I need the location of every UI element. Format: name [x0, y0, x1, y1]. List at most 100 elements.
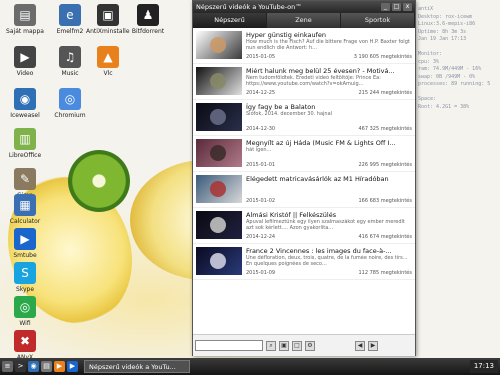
- conky-line: Linux:3.6-mepis-i86: [418, 21, 476, 27]
- chromium-icon: ◎: [59, 88, 81, 110]
- minimize-button[interactable]: _: [381, 3, 390, 11]
- desktop-icon-skype[interactable]: S Skype: [3, 262, 47, 293]
- terminal-icon[interactable]: >: [15, 361, 26, 372]
- video-description: How much is the Fisch? Auf die bittere F…: [246, 39, 410, 51]
- video-date: 2015-01-01: [246, 162, 276, 168]
- desktop-icon-vlc[interactable]: ▲ Vlc: [86, 46, 130, 77]
- video-title[interactable]: Megnyílt az új Háda (Music FM & Lights O…: [246, 139, 412, 147]
- video-thumbnail[interactable]: [196, 175, 242, 203]
- desktop-icon-label: AntiXminstaller: [86, 28, 130, 35]
- close-button[interactable]: x: [403, 3, 412, 11]
- video-row[interactable]: Elégedett matricavásárlók az M1 Híradóba…: [193, 172, 415, 208]
- desktop-icon-label: Skype: [15, 286, 35, 293]
- conky-monitor: antiX Desktop: rox-icewm Linux:3.6-mepis-i…: [418, 6, 498, 111]
- desktop-icon-libreoffice[interactable]: ▥ LibreOffice: [3, 128, 47, 159]
- video-info: Elégedett matricavásárlók az M1 Híradóba…: [246, 175, 412, 207]
- video-title[interactable]: France 2 Vincennes : les images du face-…: [246, 247, 412, 255]
- search-icon[interactable]: ⌕: [266, 340, 276, 351]
- video-date: 2014-12-24: [246, 234, 276, 240]
- maximize-button[interactable]: □: [392, 3, 401, 11]
- menu-icon[interactable]: ≡: [2, 361, 13, 372]
- prev-icon[interactable]: ◀: [355, 340, 365, 351]
- desktop-icon-label: Bitfdorrent: [131, 28, 165, 35]
- video-thumbnail[interactable]: [196, 67, 242, 95]
- kiwi-slice: [68, 150, 130, 212]
- files-icon[interactable]: ▤: [41, 361, 52, 372]
- clock[interactable]: 17:13: [469, 360, 498, 373]
- video-thumbnail[interactable]: [196, 211, 242, 239]
- video-info: Miért halunk meg belül 25 évesen? - Moti…: [246, 67, 412, 99]
- video-list: Hyper günstig einkaufen How much is the F…: [193, 28, 415, 334]
- conky-line: Space:: [418, 96, 437, 102]
- settings-icon[interactable]: ⚙: [305, 340, 315, 351]
- conky-line: swap: 0B /949M - 0%: [418, 73, 476, 80]
- next-icon[interactable]: ▶: [368, 340, 378, 351]
- tab-sports[interactable]: Sportok: [341, 13, 415, 28]
- music-icon: ♫: [59, 46, 81, 68]
- tab-music[interactable]: Zene: [267, 13, 341, 28]
- desktop-icon-bitfdorrent[interactable]: ♟ Bitfdorrent: [126, 4, 170, 35]
- taskbar-window-button[interactable]: Népszerű videók a YouTu...: [84, 360, 190, 373]
- desktop-icon-video[interactable]: ▶ Video: [3, 46, 47, 77]
- video-row[interactable]: France 2 Vincennes : les images du face-…: [193, 244, 415, 280]
- desktop-icon-anyx[interactable]: ✖ ANyX: [3, 330, 47, 358]
- libreoffice-icon: ▥: [14, 128, 36, 150]
- home-icon[interactable]: ▣: [279, 340, 289, 351]
- conky-line: antiX: [418, 6, 434, 12]
- video-thumbnail[interactable]: [196, 31, 242, 59]
- video-row[interactable]: Almási Kristóf || Felkészülés Apuval lefi…: [193, 208, 415, 244]
- desktop-icon-antixminstaller[interactable]: ▣ AntiXminstaller: [86, 4, 130, 35]
- video-thumbnail[interactable]: [196, 247, 242, 275]
- window-titlebar[interactable]: Népszerű videók a YouTube-on™ _ □ x: [193, 1, 415, 13]
- desktop-icon-label: Calculator: [9, 218, 41, 225]
- video-date: 2015-01-09: [246, 270, 276, 276]
- video-title[interactable]: Miért halunk meg belül 25 évesen? - Moti…: [246, 67, 412, 75]
- video-row[interactable]: Hyper günstig einkaufen How much is the F…: [193, 28, 415, 64]
- desktop-icon-label: Vlc: [103, 70, 113, 77]
- desktop-icon-smtube[interactable]: ▶ Smtube: [3, 228, 47, 259]
- video-description: Nem tudomföldtek. Eredeti videó feltöltő…: [246, 75, 381, 87]
- desktop-icon-saj-t-mappa[interactable]: ▤ Saját mappa: [3, 4, 47, 35]
- folder-icon: ▤: [14, 4, 36, 26]
- bittorrent-icon: ♟: [137, 4, 159, 26]
- search-input[interactable]: [195, 340, 263, 351]
- tube-icon[interactable]: ▶: [67, 361, 78, 372]
- video-title[interactable]: Elégedett matricavásárlók az M1 Híradóba…: [246, 175, 412, 183]
- video-row[interactable]: Így fagy be a Balaton Siófok, 2014. decem…: [193, 100, 415, 136]
- stop-icon[interactable]: □: [292, 340, 302, 351]
- video-views: 3 190 605 megtekintés: [353, 54, 412, 60]
- conky-line: Monitor:: [418, 51, 443, 57]
- installer-icon: ▣: [97, 4, 119, 26]
- tab-popular[interactable]: Népszerű: [193, 13, 267, 28]
- video-title[interactable]: Így fagy be a Balaton: [246, 103, 412, 111]
- conky-line: processes: 89 running: 5: [418, 81, 491, 87]
- video-views: 166 683 megtekintés: [358, 198, 412, 204]
- video-title[interactable]: Hyper günstig einkaufen: [246, 31, 412, 39]
- video-thumbnail[interactable]: [196, 103, 242, 131]
- video-description: Une défloration, deux, trois, quatre, de…: [246, 255, 408, 267]
- conky-line: Jan 19 Jan 17:13: [418, 36, 467, 42]
- media-icon[interactable]: ▶: [54, 361, 65, 372]
- video-row[interactable]: Megnyílt az új Háda (Music FM & Lights O…: [193, 136, 415, 172]
- gimp-icon: ✎: [14, 168, 36, 190]
- desktop-icon-iceweasel[interactable]: ◉ Iceweasel: [3, 88, 47, 119]
- video-description: hát igen...: [246, 147, 272, 153]
- video-date: 2015-01-02: [246, 198, 276, 204]
- video-row[interactable]: Miért halunk meg belül 25 évesen? - Moti…: [193, 64, 415, 100]
- conky-line: [418, 89, 498, 97]
- desktop-icon-chromium[interactable]: ◎ Chromium: [48, 88, 92, 119]
- anyx-icon: ✖: [14, 330, 36, 352]
- file-manager-icon: e: [59, 4, 81, 26]
- video-views: 112 785 megtekintés: [358, 270, 412, 276]
- video-title[interactable]: Almási Kristóf || Felkészülés: [246, 211, 412, 219]
- search-toolbar: ⌕ ▣ □ ⚙ ◀ ▶: [193, 334, 415, 356]
- desktop-icon-label: LibreOffice: [8, 152, 42, 159]
- desktop-icon-wifi[interactable]: ◎ Wifi: [3, 296, 47, 327]
- video-views: 416 674 megtekintés: [358, 234, 412, 240]
- video-info: Így fagy be a Balaton Siófok, 2014. decem…: [246, 103, 412, 135]
- desktop-icon-calculator[interactable]: ▦ Calculator: [3, 194, 47, 225]
- video-info: Hyper günstig einkaufen How much is the F…: [246, 31, 412, 63]
- browser-icon[interactable]: ◉: [28, 361, 39, 372]
- video-thumbnail[interactable]: [196, 139, 242, 167]
- youtube-window: Népszerű videók a YouTube-on™ _ □ x Néps…: [192, 0, 416, 356]
